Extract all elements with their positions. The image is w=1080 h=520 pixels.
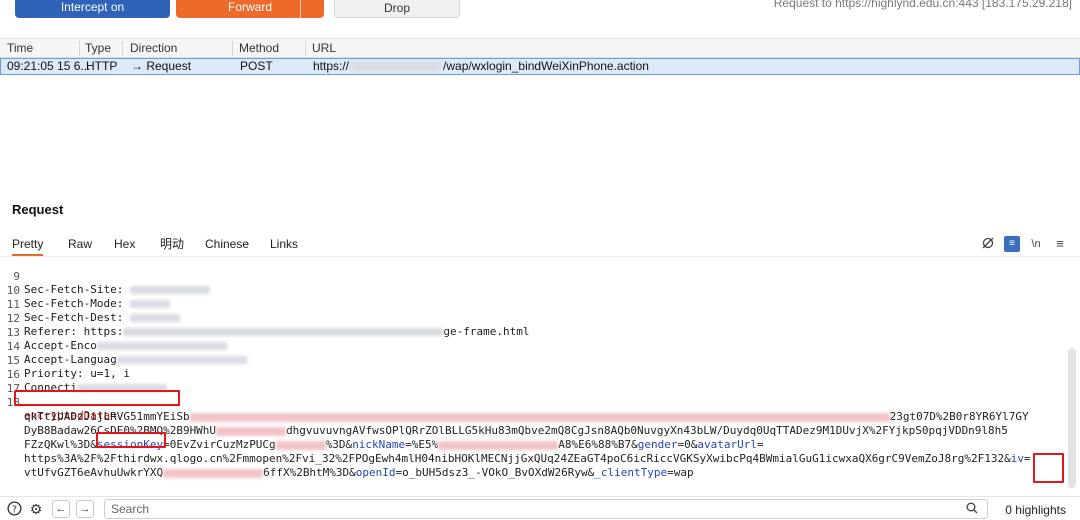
- column-divider[interactable]: [232, 41, 233, 56]
- column-header-method[interactable]: Method: [239, 39, 279, 57]
- row-time: 09:21:05 15 6...: [7, 59, 91, 73]
- tab-links[interactable]: Links: [270, 236, 298, 252]
- forward-dropdown-divider: [300, 0, 301, 18]
- tab-mingdong[interactable]: 明动: [160, 236, 184, 252]
- code-line: DyB8Badaw26CsDE0%2BMQ%2B9HWhU dhgvuvuvngA…: [0, 411, 1070, 437]
- highlight-encrypted-data: [14, 390, 180, 406]
- column-divider[interactable]: [79, 41, 80, 56]
- column-header-direction[interactable]: Direction: [130, 39, 177, 57]
- column-header-type[interactable]: Type: [85, 39, 111, 57]
- param-value: o_bUH5dsz3_-VOkO_BvOXdW26Ryw&: [402, 466, 595, 479]
- column-header-url[interactable]: URL: [312, 39, 336, 57]
- code-line: 9 Sec-Fetch-Site:: [0, 257, 1070, 296]
- request-view-tabs: Pretty Raw Hex 明动 Chinese Links: [0, 232, 1080, 256]
- row-url: https:// /wap/wxlogin_bindWeiXinPhone.act…: [313, 59, 649, 74]
- request-panel-title: Request: [12, 202, 64, 217]
- code-line: vtUfvGZT6eAvhuUwkrYXQ 6ffX%2BhtM%3D&openI…: [0, 453, 1070, 479]
- code-line: 11 Sec-Fetch-Dest:: [0, 285, 1070, 324]
- editor-scrollbar[interactable]: [1068, 348, 1076, 488]
- row-url-path: /wap/wxlogin_bindWeiXinPhone.action: [443, 59, 649, 73]
- column-divider[interactable]: [122, 41, 123, 56]
- drop-button[interactable]: Drop: [334, 0, 460, 18]
- redacted-host: [351, 62, 442, 72]
- search-input[interactable]: [104, 499, 988, 519]
- code-line: 17: [0, 369, 1070, 395]
- row-type: HTTP: [86, 59, 118, 73]
- menu-icon[interactable]: ≡: [1052, 236, 1068, 252]
- param-key-client-type: _clientType: [594, 466, 668, 479]
- intercept-button[interactable]: Intercept on: [15, 0, 170, 18]
- column-divider[interactable]: [305, 41, 306, 56]
- history-table-header: Time Type Direction Method URL: [0, 38, 1080, 58]
- newline-icon[interactable]: \n: [1028, 236, 1044, 252]
- code-line: 14 Accept-Languag: [0, 327, 1070, 366]
- redacted: [163, 468, 264, 478]
- highlight-iv: [1033, 453, 1064, 483]
- param-key-openid: openId: [355, 466, 396, 479]
- tab-pretty[interactable]: Pretty: [12, 236, 44, 256]
- tab-raw[interactable]: Raw: [68, 236, 92, 252]
- request-target: Request to https://highlynd.edu.cn:443 […: [773, 0, 1072, 10]
- highlights-count: 0 highlights: [1005, 503, 1066, 517]
- code-line: 12 Referer: https: ge-frame.html: [0, 299, 1070, 338]
- param-value: vtUfvGZT6eAvhuUwkrYXQ: [24, 466, 164, 479]
- tab-chinese[interactable]: Chinese: [205, 236, 249, 252]
- next-match-button[interactable]: →: [76, 500, 94, 518]
- forward-button[interactable]: Forward: [176, 0, 324, 18]
- request-editor[interactable]: 9 Sec-Fetch-Site: 10 Sec-Fetch-Mode: 11 …: [0, 256, 1080, 494]
- settings-gear-icon[interactable]: ⚙: [28, 501, 44, 517]
- tab-hex[interactable]: Hex: [114, 236, 135, 252]
- param-value: 6ffX%2BhtM%3D&: [263, 466, 356, 479]
- line-text: vtUfvGZT6eAvhuUwkrYXQ 6ffX%2BhtM%3D&openI…: [24, 466, 694, 479]
- row-url-prefix: https://: [313, 59, 350, 73]
- row-direction: → Request: [131, 59, 192, 73]
- proxy-toolbar: Intercept on Forward Drop Request to htt…: [0, 0, 1080, 20]
- word-wrap-icon[interactable]: ≡: [1004, 236, 1020, 252]
- svg-text:?: ?: [12, 504, 17, 515]
- code-line: 15 Priority: u=1, i: [0, 341, 1070, 380]
- column-header-time[interactable]: Time: [7, 39, 33, 57]
- search-icon: [966, 502, 978, 517]
- row-method: POST: [240, 59, 273, 73]
- help-icon[interactable]: ?: [6, 501, 22, 517]
- highlight-session-key: [96, 432, 166, 448]
- previous-match-button[interactable]: ←: [52, 500, 70, 518]
- table-row[interactable]: 09:21:05 15 6... HTTP → Request POST htt…: [0, 58, 1080, 75]
- code-line: 13 Accept-Enco: [0, 313, 1070, 352]
- search-bar: ? ⚙ ← → 0 highlights: [0, 496, 1080, 520]
- hide-nonprintable-icon[interactable]: [980, 236, 996, 252]
- param-value: wap: [673, 466, 694, 479]
- code-line: 10 Sec-Fetch-Mode:: [0, 271, 1070, 310]
- code-line: 16 Connecti: [0, 355, 1070, 394]
